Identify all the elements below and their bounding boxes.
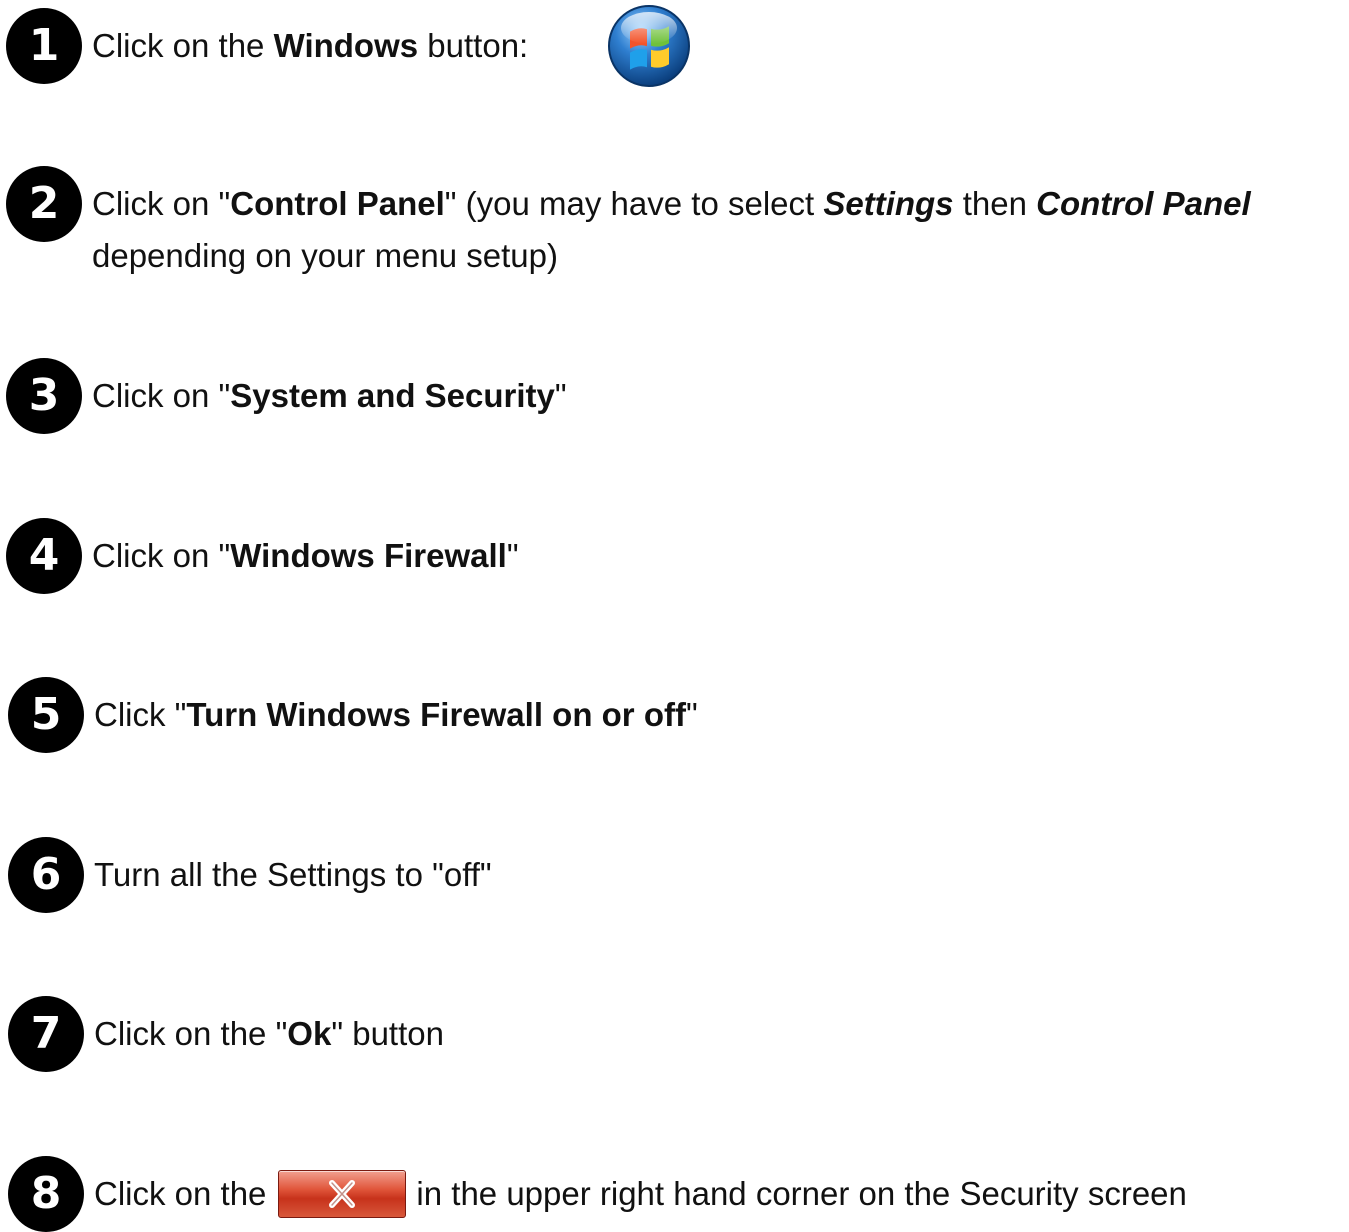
step-number-badge: 7 bbox=[8, 996, 84, 1072]
step-number-badge: 1 bbox=[6, 8, 82, 84]
step-1-text: Click on the Windows button: bbox=[92, 27, 529, 64]
step-number-badge: 4 bbox=[6, 518, 82, 594]
close-x-button-icon bbox=[278, 1170, 407, 1219]
step-5-text: Click "Turn Windows Firewall on or off" bbox=[94, 696, 698, 733]
step-number-badge: 3 bbox=[6, 358, 82, 434]
step-7-text: Click on the "Ok" button bbox=[94, 1015, 444, 1052]
step-number-badge: 6 bbox=[8, 837, 84, 913]
windows-start-orb-icon bbox=[608, 5, 690, 87]
step-number-badge: 5 bbox=[8, 677, 84, 753]
step-4-text: Click on "Windows Firewall" bbox=[92, 537, 519, 574]
step-6-text: Turn all the Settings to "off" bbox=[94, 856, 492, 893]
step-8-text: Click on the in the upper right hand corn… bbox=[94, 1168, 1187, 1220]
step-number-badge: 8 bbox=[8, 1156, 84, 1232]
step-number-badge: 2 bbox=[6, 166, 82, 242]
step-3-text: Click on "System and Security" bbox=[92, 377, 567, 414]
step-2-text: Click on "Control Panel" (you may have t… bbox=[92, 185, 1251, 274]
